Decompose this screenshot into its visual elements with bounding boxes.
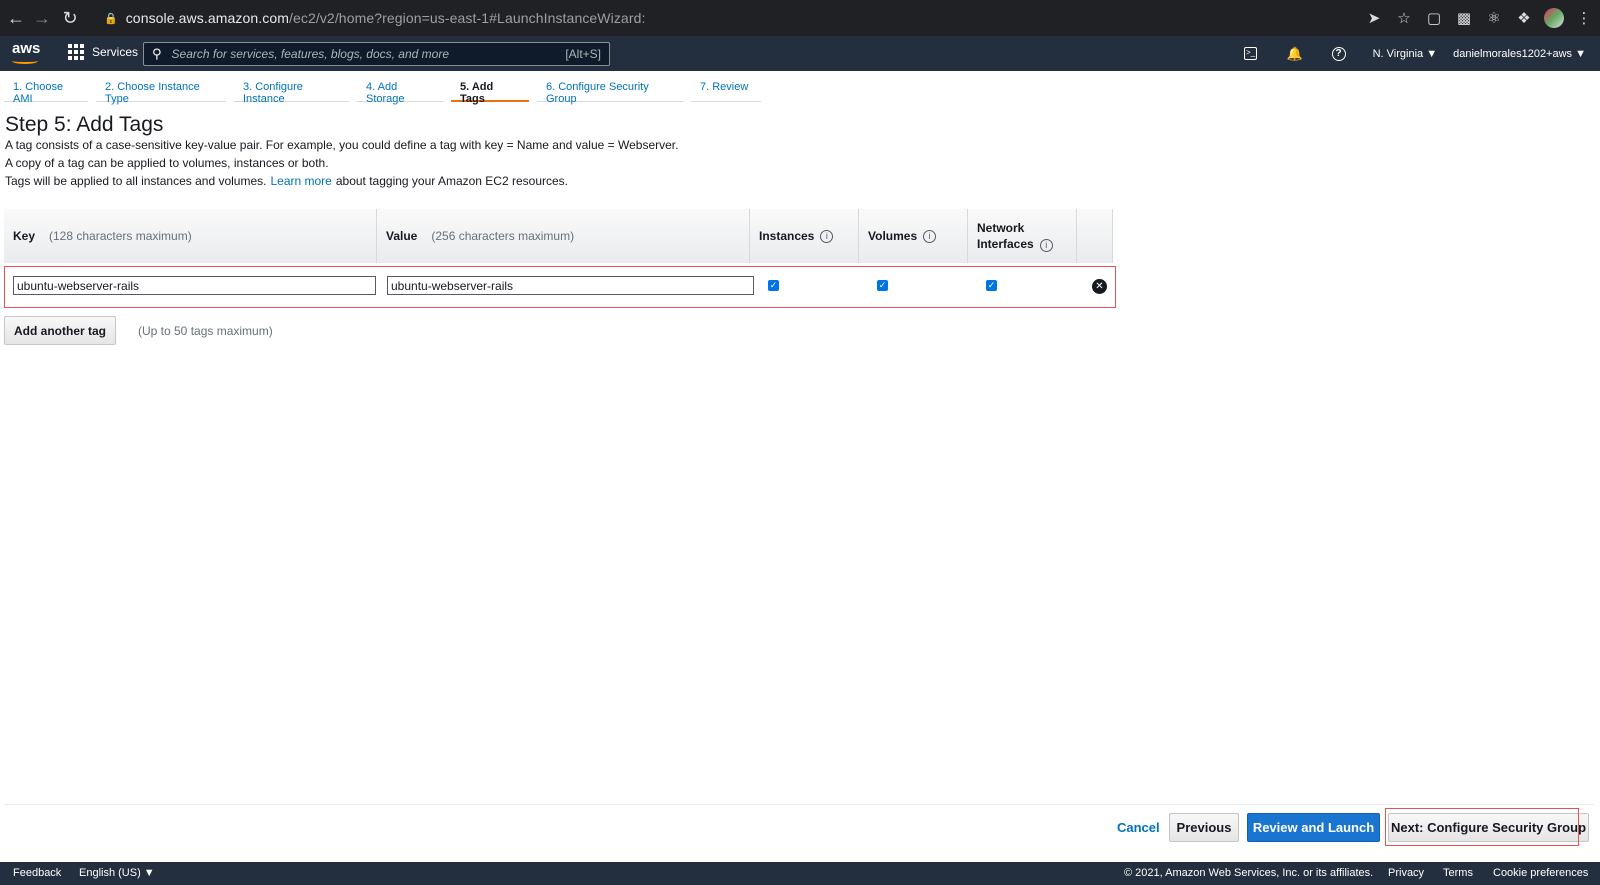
col-value-hint: (256 characters maximum) (431, 229, 575, 243)
aws-logo-smile (12, 58, 38, 64)
col-network-interfaces: Network Interfaces i (968, 209, 1077, 263)
region-selector[interactable]: N. Virginia ▼ (1373, 48, 1438, 60)
col-instances-label: Instances (759, 229, 815, 243)
account-menu[interactable]: danielmorales1202+aws ▼ (1453, 48, 1586, 60)
pocket-icon[interactable]: ▢ (1424, 6, 1444, 30)
col-network-label: Network Interfaces i (977, 220, 1053, 252)
search-placeholder: Search for services, features, blogs, do… (171, 47, 449, 61)
help-icon[interactable]: ? (1331, 46, 1347, 62)
description-line-3: Tags will be applied to all instances an… (5, 174, 568, 188)
search-input[interactable]: ⚲ Search for services, features, blogs, … (143, 42, 610, 66)
language-selector[interactable]: English (US) ▼ (79, 867, 155, 879)
tag-value-input[interactable] (387, 276, 754, 295)
learn-more-link[interactable]: Learn more (270, 174, 331, 188)
browser-extensions: ➤ ☆ ▢ ▩ ⚛ ❖ ⋮ (1364, 6, 1594, 30)
col-volumes-label: Volumes (868, 229, 918, 243)
instances-checkbox[interactable]: ✓ (768, 280, 779, 291)
tab-configure-instance[interactable]: 3. Configure Instance (234, 76, 349, 105)
table-header: Key (128 characters maximum) Value (256 … (4, 209, 1113, 263)
col-value-label: Value (386, 229, 418, 243)
search-shortcut: [Alt+S] (565, 47, 601, 61)
tab-choose-ami[interactable]: 1. Choose AMI (4, 76, 88, 105)
tags-table: Key (128 characters maximum) Value (256 … (4, 209, 1113, 263)
tab-add-tags[interactable]: 5. Add Tags (451, 76, 529, 105)
divider (4, 804, 1594, 805)
url-path: /ec2/v2/home?region=us-east-1#LaunchInst… (288, 10, 646, 26)
col-value: Value (256 characters maximum) (377, 209, 750, 263)
description-line-1: A tag consists of a case-sensitive key-v… (5, 138, 679, 152)
info-icon[interactable]: i (820, 229, 834, 243)
table-row: ✓ ✓ ✓ ✕ (4, 266, 1116, 308)
copyright-text: © 2021, Amazon Web Services, Inc. or its… (1124, 867, 1374, 879)
description-text: Tags will be applied to all instances an… (5, 174, 267, 188)
col-network-line-2-text: Interfaces (977, 237, 1034, 251)
url-domain: console.aws.amazon.com (125, 10, 289, 26)
col-network-line-1: Network (977, 221, 1025, 235)
description-text-end: about tagging your Amazon EC2 resources. (335, 174, 568, 188)
cookie-preferences-link[interactable]: Cookie preferences (1493, 867, 1588, 879)
back-icon[interactable]: ← (4, 6, 28, 30)
aws-footer: Feedback English (US) ▼ © 2021, Amazon W… (0, 862, 1600, 885)
volumes-checkbox[interactable]: ✓ (877, 280, 888, 291)
info-icon[interactable]: i (923, 229, 937, 243)
nav-right: >_ 🔔 ? N. Virginia ▼ danielmorales1202+a… (1229, 36, 1600, 71)
network-interfaces-checkbox[interactable]: ✓ (986, 280, 997, 291)
forward-icon[interactable]: → (30, 6, 54, 30)
tab-add-storage[interactable]: 4. Add Storage (357, 76, 443, 105)
extension-image-icon[interactable]: ▩ (1454, 6, 1474, 30)
feedback-link[interactable]: Feedback (13, 867, 61, 879)
previous-button[interactable]: Previous (1169, 813, 1239, 842)
extensions-puzzle-icon[interactable]: ❖ (1514, 6, 1534, 30)
browser-toolbar: ← → ↻ 🔒 console.aws.amazon.com/ec2/v2/ho… (0, 0, 1600, 36)
more-menu-icon[interactable]: ⋮ (1574, 6, 1594, 30)
highlight-annotation (1385, 808, 1579, 846)
send-icon[interactable]: ➤ (1364, 6, 1384, 30)
search-icon: ⚲ (152, 46, 162, 61)
col-network-line-2: Interfaces i (977, 236, 1053, 252)
address-bar[interactable]: 🔒 console.aws.amazon.com/ec2/v2/home?reg… (90, 4, 1450, 32)
tab-review[interactable]: 7. Review (691, 76, 761, 102)
info-icon[interactable]: i (1039, 238, 1053, 252)
bookmark-star-icon[interactable]: ☆ (1394, 6, 1414, 30)
aws-top-nav: aws Services ⚲ Search for services, feat… (0, 36, 1600, 71)
page-title: Step 5: Add Tags (5, 113, 164, 136)
review-and-launch-button[interactable]: Review and Launch (1247, 813, 1380, 842)
add-another-tag-button[interactable]: Add another tag (4, 316, 116, 345)
react-devtools-icon[interactable]: ⚛ (1484, 6, 1504, 30)
privacy-link[interactable]: Privacy (1388, 867, 1424, 879)
tab-choose-instance-type[interactable]: 2. Choose Instance Type (96, 76, 226, 105)
remove-tag-icon[interactable]: ✕ (1092, 279, 1107, 294)
grid-icon (68, 44, 84, 60)
cancel-button[interactable]: Cancel (1117, 820, 1160, 835)
bell-icon[interactable]: 🔔 (1287, 46, 1303, 62)
wizard-steps: 1. Choose AMI 2. Choose Instance Type 3.… (4, 76, 769, 105)
services-menu[interactable]: Services (68, 44, 138, 60)
tag-key-input[interactable] (13, 276, 376, 295)
col-key: Key (128 characters maximum) (4, 209, 377, 263)
col-remove (1077, 209, 1113, 263)
tab-configure-security-group[interactable]: 6. Configure Security Group (537, 76, 683, 105)
description-line-2: A copy of a tag can be applied to volume… (5, 156, 329, 170)
aws-logo[interactable]: aws (12, 41, 40, 56)
col-key-hint: (128 characters maximum) (49, 229, 192, 243)
col-key-label: Key (13, 229, 36, 243)
terms-link[interactable]: Terms (1443, 867, 1473, 879)
col-volumes: Volumes i (859, 209, 968, 263)
lock-icon: 🔒 (104, 12, 118, 25)
services-label: Services (92, 45, 139, 59)
col-instances: Instances i (750, 209, 859, 263)
avatar[interactable] (1544, 6, 1564, 30)
cloudshell-icon[interactable]: >_ (1243, 46, 1259, 62)
reload-icon[interactable]: ↻ (58, 6, 82, 30)
max-tags-hint: (Up to 50 tags maximum) (138, 324, 273, 338)
